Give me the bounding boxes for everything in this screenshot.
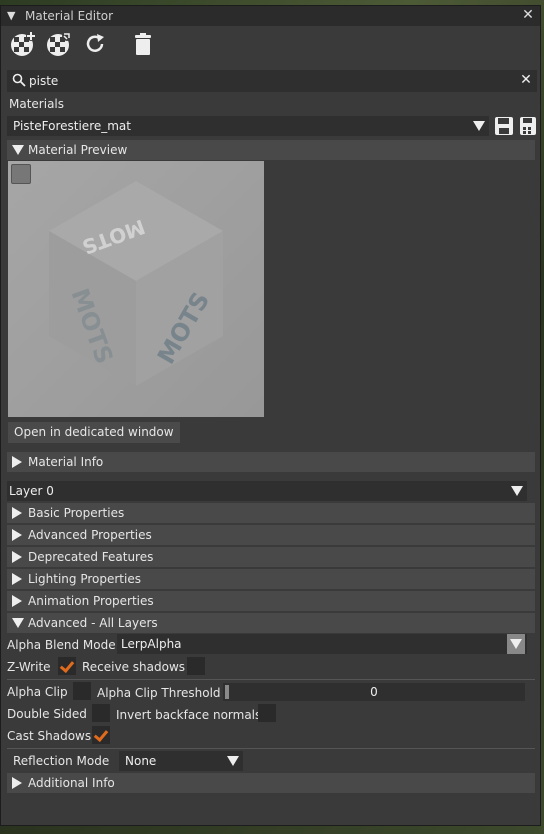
section-advanced-all-layers[interactable]: Advanced - All Layers — [7, 613, 535, 633]
search-icon — [12, 73, 26, 87]
section-label: Lighting Properties — [28, 572, 141, 586]
clone-material-icon — [47, 31, 72, 56]
save-icon[interactable] — [494, 116, 514, 136]
alpha-blend-dropdown-button[interactable] — [507, 634, 525, 654]
section-basic-properties[interactable]: Basic Properties — [7, 503, 535, 523]
preview-toggle-checkbox[interactable] — [11, 164, 31, 184]
collapse-icon[interactable]: ▼ — [7, 10, 17, 21]
clear-search-icon[interactable]: ✕ — [518, 72, 534, 88]
additional-info-header[interactable]: Additional Info — [7, 773, 535, 793]
collapsed-arrow-icon — [12, 595, 22, 607]
title-bar[interactable]: ▼ Material Editor ✕ — [1, 6, 540, 26]
materials-label: Materials — [9, 97, 65, 111]
refresh-button[interactable] — [81, 30, 109, 58]
section-label: Advanced Properties — [28, 528, 152, 542]
search-bar: ✕ — [7, 70, 537, 92]
collapsed-arrow-icon — [12, 777, 22, 789]
close-icon[interactable]: ✕ — [521, 8, 535, 22]
collapsed-arrow-icon — [12, 551, 22, 563]
search-input[interactable] — [29, 72, 509, 90]
collapsed-arrow-icon — [12, 507, 22, 519]
double-sided-label: Double Sided — [7, 707, 87, 721]
section-lighting-properties[interactable]: Lighting Properties — [7, 569, 535, 589]
section-label: Advanced - All Layers — [28, 616, 158, 630]
receive-shadows-checkbox[interactable] — [187, 657, 205, 675]
expanded-arrow-icon — [12, 145, 24, 155]
window-title: Material Editor — [25, 9, 114, 23]
preview-cube-image: MOTS MOTS MOTS — [8, 161, 264, 417]
open-dedicated-window-button[interactable]: Open in dedicated window — [8, 422, 180, 443]
zwrite-label: Z-Write — [7, 660, 51, 674]
material-info-title: Material Info — [28, 455, 104, 469]
alpha-clip-label: Alpha Clip — [7, 685, 68, 699]
material-select[interactable]: PisteForestiere_mat — [7, 116, 489, 136]
collapsed-arrow-icon — [12, 573, 22, 585]
alpha-blend-mode-value: LerpAlpha — [121, 637, 182, 651]
alpha-blend-mode-select[interactable]: LerpAlpha — [117, 634, 527, 654]
material-preview-title: Material Preview — [28, 143, 128, 157]
material-preview-header[interactable]: Material Preview — [7, 140, 535, 160]
new-material-icon — [11, 31, 36, 56]
additional-info-title: Additional Info — [28, 776, 115, 790]
reflection-mode-label: Reflection Mode — [13, 754, 110, 768]
section-advanced-properties[interactable]: Advanced Properties — [7, 525, 535, 545]
toolbar — [1, 26, 540, 62]
section-animation-properties[interactable]: Animation Properties — [7, 591, 535, 611]
delete-button[interactable] — [129, 30, 157, 58]
invert-backface-normals-checkbox[interactable] — [258, 704, 276, 722]
collapsed-arrow-icon — [12, 529, 22, 541]
cast-shadows-checkbox[interactable] — [92, 726, 110, 744]
alpha-clip-threshold-value: 0 — [370, 685, 378, 699]
alpha-blend-mode-label: Alpha Blend Mode — [7, 638, 116, 652]
cast-shadows-label: Cast Shadows — [7, 729, 92, 743]
expanded-arrow-icon — [12, 618, 24, 628]
divider — [7, 748, 535, 749]
material-preview-viewport[interactable]: MOTS MOTS MOTS — [8, 161, 264, 417]
new-material-button[interactable] — [9, 30, 37, 58]
invert-backface-normals-label: Invert backface normals — [116, 708, 262, 722]
layer-select[interactable]: Layer 0 — [7, 481, 527, 501]
chevron-down-icon — [511, 486, 523, 496]
clone-material-button[interactable] — [45, 30, 73, 58]
double-sided-checkbox[interactable] — [92, 704, 110, 722]
section-label: Deprecated Features — [28, 550, 154, 564]
divider — [7, 679, 535, 680]
receive-shadows-label: Receive shadows — [82, 660, 186, 674]
section-deprecated-features[interactable]: Deprecated Features — [7, 547, 535, 567]
material-editor-window: ▼ Material Editor ✕ piste ✕ Materials Pi… — [0, 5, 541, 826]
zwrite-checkbox[interactable] — [58, 657, 76, 675]
alpha-clip-threshold-label: Alpha Clip Threshold — [97, 686, 221, 700]
chevron-down-icon — [227, 756, 239, 766]
reflection-mode-value: None — [125, 754, 157, 768]
section-label: Basic Properties — [28, 506, 125, 520]
collapsed-arrow-icon — [12, 456, 22, 468]
save-as-icon[interactable] — [519, 116, 537, 136]
material-info-header[interactable]: Material Info — [7, 452, 535, 472]
section-label: Animation Properties — [28, 594, 154, 608]
material-select-value: PisteForestiere_mat — [13, 119, 131, 133]
refresh-icon — [86, 34, 104, 52]
reflection-mode-select[interactable]: None — [119, 751, 243, 771]
layer-select-value: Layer 0 — [9, 484, 54, 498]
alpha-clip-checkbox[interactable] — [73, 682, 91, 700]
chevron-down-icon — [473, 121, 485, 131]
trash-icon — [135, 33, 151, 55]
alpha-clip-threshold-slider[interactable]: 0 — [223, 683, 525, 701]
